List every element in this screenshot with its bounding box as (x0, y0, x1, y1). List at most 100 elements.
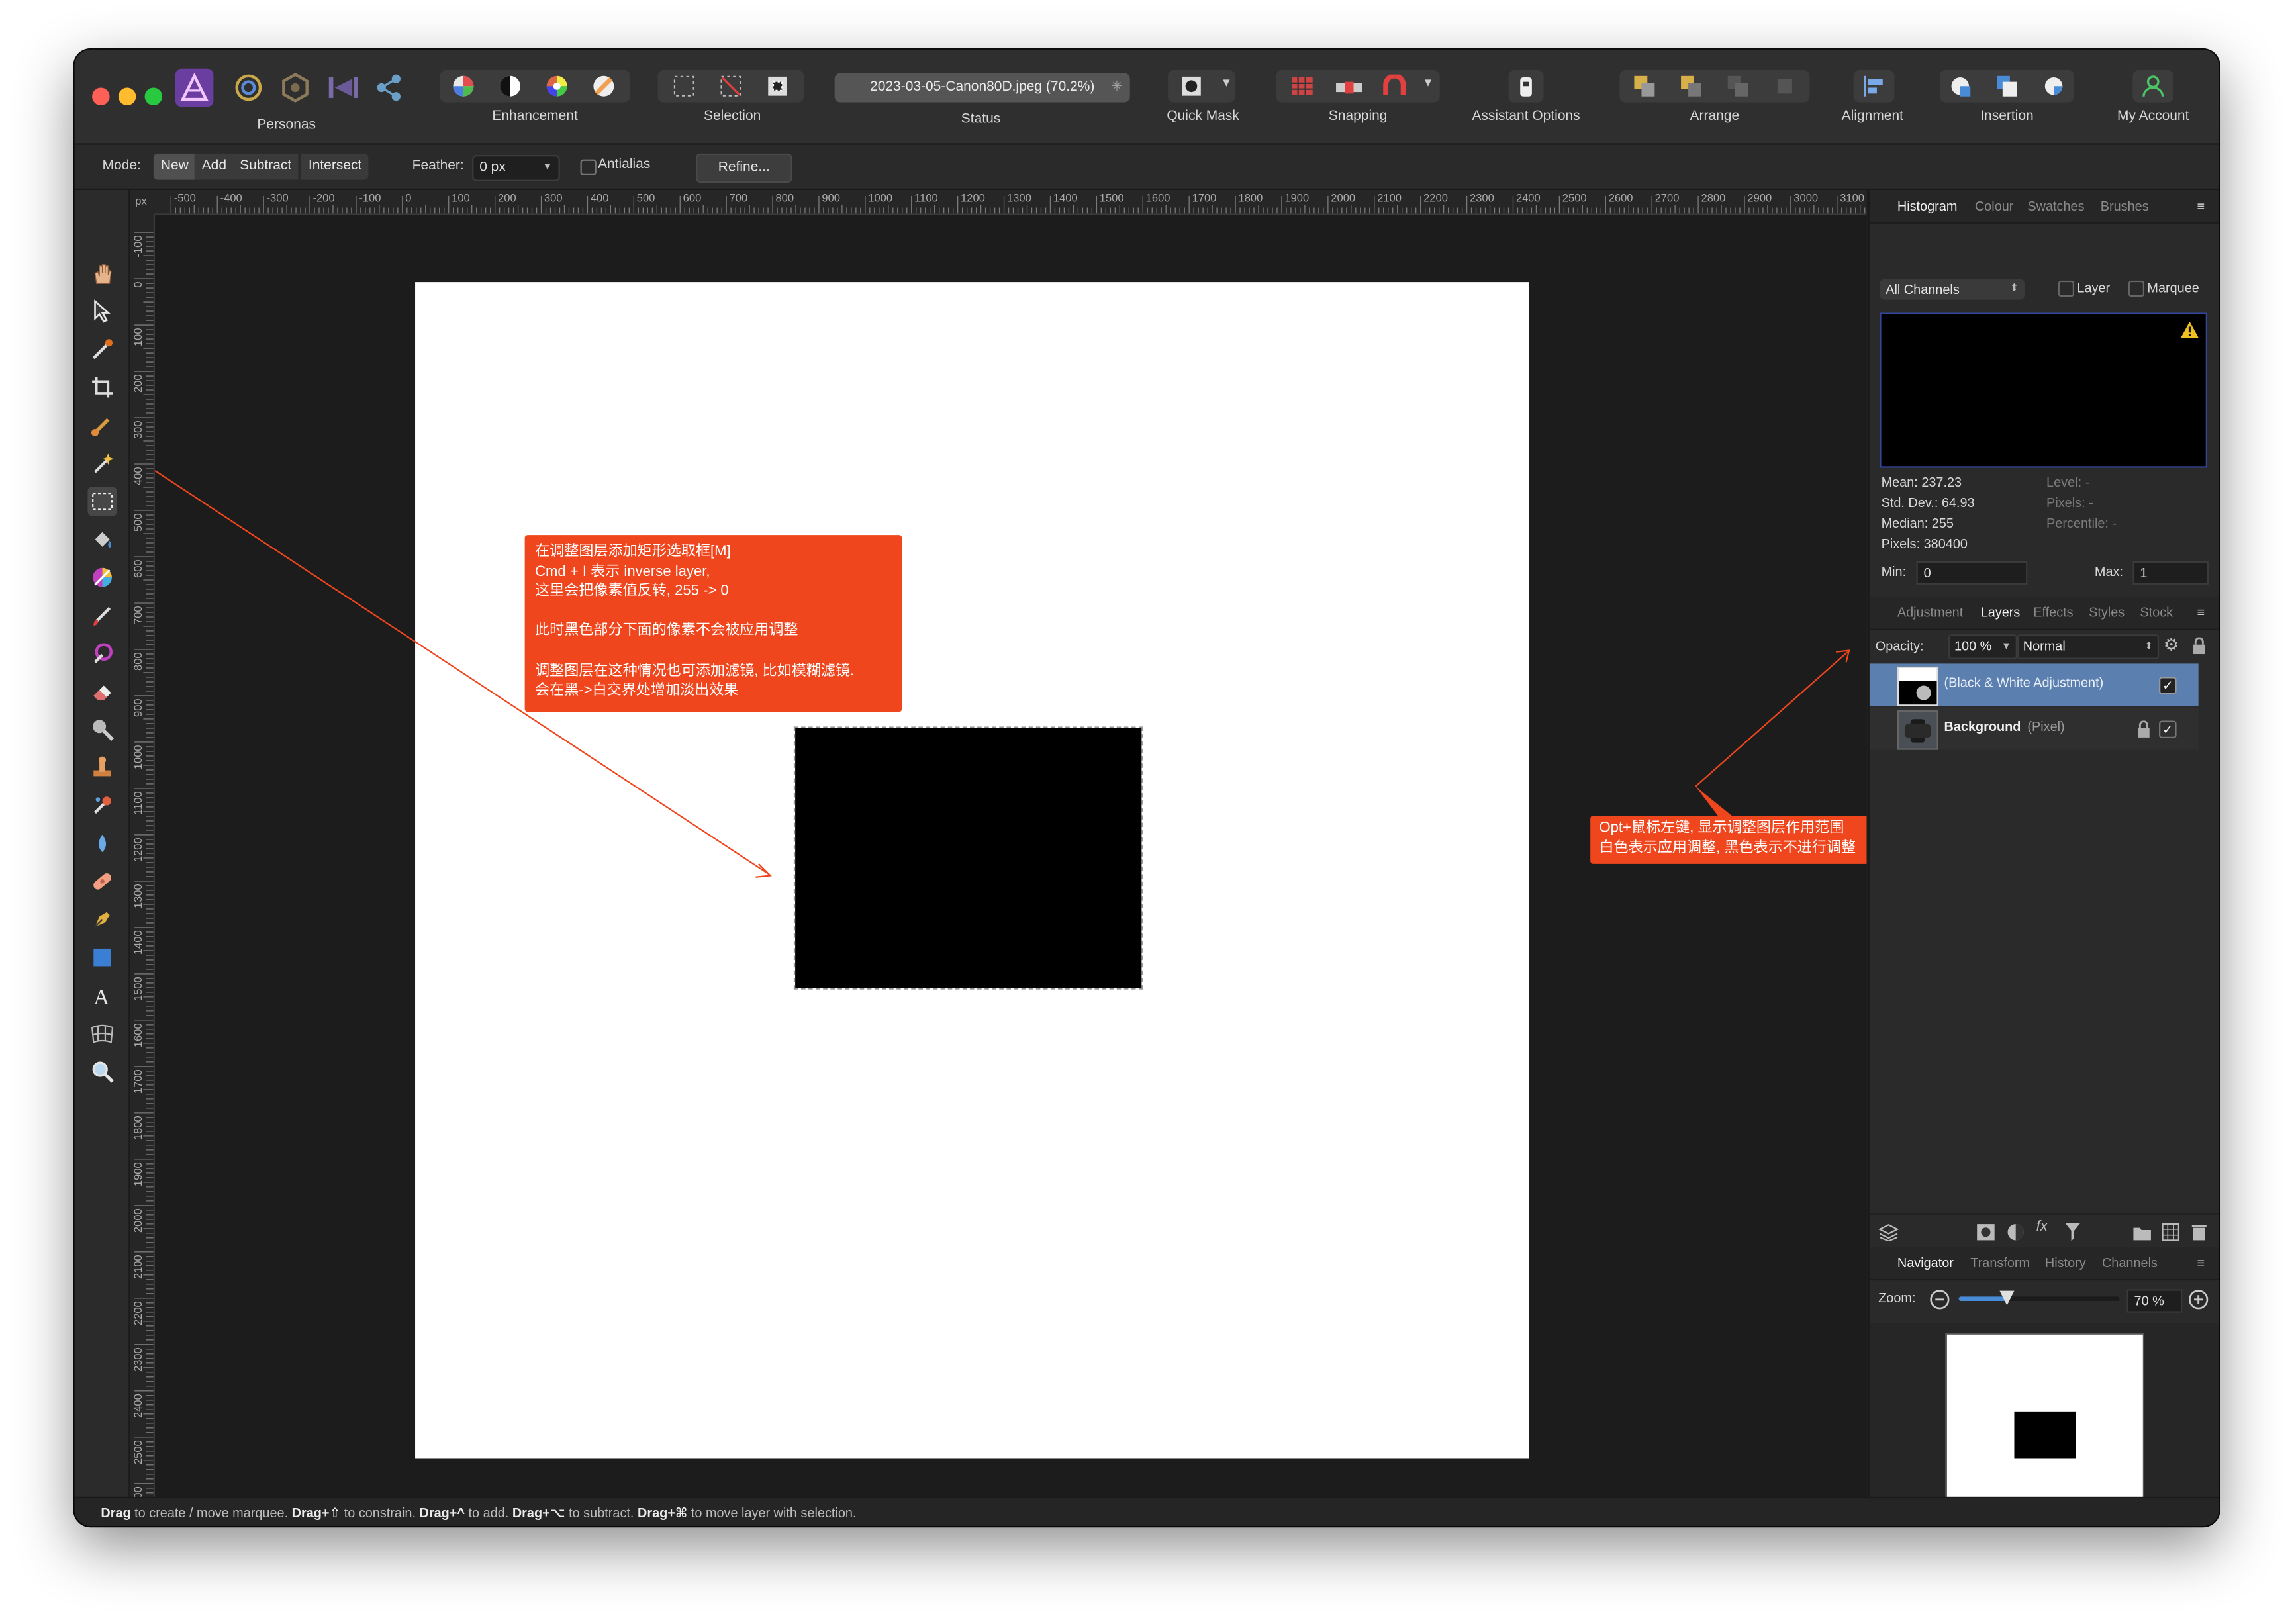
horizontal-ruler[interactable]: -500 -400 -300 -200 -100 0 100 200 300 400 500 600 7… (153, 190, 1867, 215)
layers-panel-menu-icon[interactable]: ≡ (2197, 597, 2205, 629)
blur-brush-tool-icon[interactable] (87, 829, 117, 858)
account-icon[interactable] (2142, 75, 2165, 105)
layer-row-bw-adjustment[interactable]: (Black & White Adjustment) ✓ (1869, 663, 2199, 706)
tab-channels[interactable]: Channels (2102, 1247, 2158, 1279)
zoom-slider[interactable] (1958, 1290, 2120, 1306)
levels-icon[interactable] (452, 75, 475, 105)
tab-effects[interactable]: Effects (2033, 597, 2073, 629)
opacity-dropdown-icon[interactable]: ▼ (2001, 636, 2011, 657)
snapping-pixel-icon[interactable] (1336, 77, 1362, 104)
export-persona-icon[interactable] (374, 73, 403, 109)
zoom-out-icon[interactable] (1929, 1289, 1950, 1317)
zoom-value-input[interactable]: 70 % (2126, 1289, 2183, 1313)
move-tool-icon[interactable] (87, 297, 117, 326)
rectangular-marquee-tool-icon[interactable] (87, 487, 117, 516)
paint-brush-tool-icon[interactable] (87, 600, 117, 630)
layer-lock-icon[interactable] (2137, 719, 2150, 745)
blend-mode-select[interactable]: Normal ⬍ (2017, 634, 2160, 659)
tab-swatches[interactable]: Swatches (2027, 190, 2084, 222)
insert-behind-icon[interactable] (1995, 75, 2019, 105)
tab-styles[interactable]: Styles (2089, 597, 2125, 629)
fill-tool-icon[interactable] (87, 525, 117, 554)
tab-histogram[interactable]: Histogram (1897, 190, 1958, 222)
deselect-icon[interactable] (719, 75, 742, 105)
develop-persona-icon[interactable] (281, 73, 310, 109)
zoom-slider-thumb[interactable] (1999, 1290, 2015, 1306)
eraser-tool-icon[interactable] (87, 677, 117, 706)
mode-intersect-button[interactable]: Intersect (301, 153, 369, 180)
snapping-grid-icon[interactable] (1291, 76, 1314, 104)
antialias-checkbox[interactable] (580, 159, 597, 175)
color-replacement-tool-icon[interactable] (87, 639, 117, 668)
tab-navigator[interactable]: Navigator (1897, 1247, 1954, 1279)
alignment-icon[interactable] (1862, 75, 1886, 105)
zoom-window-button[interactable] (144, 87, 163, 105)
zoom-tool-icon[interactable] (87, 1057, 117, 1086)
tab-brushes[interactable]: Brushes (2101, 190, 2149, 222)
close-window-button[interactable] (92, 87, 110, 105)
pen-tool-icon[interactable] (87, 905, 117, 934)
add-mask-icon[interactable] (1976, 1222, 1995, 1249)
layer-checkbox[interactable] (2058, 280, 2075, 297)
mode-add-button[interactable]: Add (194, 153, 234, 180)
snapping-dropdown-icon[interactable]: ▼ (1422, 76, 1433, 89)
vertical-ruler[interactable]: -100 0 100 200 300 400 500 600 700 800 900 1000 1100… (128, 213, 156, 1497)
liquify-persona-icon[interactable] (234, 73, 263, 109)
gradient-tool-icon[interactable] (87, 563, 117, 592)
text-tool-icon[interactable]: A (87, 981, 117, 1010)
move-to-back-icon[interactable] (1633, 75, 1656, 105)
add-group-icon[interactable] (2132, 1222, 2152, 1249)
add-live-filter-icon[interactable] (2065, 1222, 2080, 1249)
selection-brush-tool-icon[interactable] (87, 410, 117, 440)
navigator-panel-menu-icon[interactable]: ≡ (2197, 1247, 2205, 1279)
insert-inside-icon[interactable] (1948, 75, 1972, 105)
feather-input[interactable]: 0 px ▼ (472, 155, 560, 181)
mode-subtract-button[interactable]: Subtract (232, 153, 299, 180)
white-balance-icon[interactable] (592, 75, 615, 105)
layer-row-background[interactable]: Background (Pixel) ✓ (1869, 707, 2199, 750)
healing-brush-tool-icon[interactable] (87, 867, 117, 896)
canvas-area[interactable]: 在调整图层添加矩形选取框[M] Cmd + I 表示 inverse layer… (155, 215, 1867, 1497)
move-to-front-icon[interactable] (1773, 75, 1796, 105)
view-tool-icon[interactable] (87, 259, 117, 288)
snapping-magnet-icon[interactable] (1381, 73, 1408, 105)
feather-dropdown-icon[interactable]: ▼ (542, 156, 552, 179)
add-pixel-layer-icon[interactable] (2162, 1222, 2179, 1249)
tab-history[interactable]: History (2045, 1247, 2086, 1279)
minimize-window-button[interactable] (118, 87, 136, 105)
marquee-checkbox[interactable] (2128, 280, 2144, 297)
layer-settings-gear-icon[interactable]: ⚙ (2164, 634, 2179, 655)
flood-select-tool-icon[interactable] (87, 449, 117, 478)
black-white-icon[interactable] (499, 75, 522, 105)
refine-button[interactable]: Refine... (695, 153, 792, 183)
max-input[interactable]: 1 (2132, 561, 2209, 585)
tab-transform[interactable]: Transform (1970, 1247, 2030, 1279)
photo-persona-icon[interactable] (175, 68, 214, 107)
color-picker-tool-icon[interactable] (87, 335, 117, 364)
close-document-icon[interactable]: ✳ (1111, 73, 1123, 102)
select-all-icon[interactable] (673, 75, 696, 105)
tone-mapping-persona-icon[interactable] (328, 73, 360, 109)
tab-colour[interactable]: Colour (1975, 190, 2014, 222)
quick-mask-icon[interactable] (1181, 76, 1202, 104)
opacity-input[interactable]: 100 % ▼ (1948, 634, 2017, 659)
tab-adjustment[interactable]: Adjustment (1897, 597, 1963, 629)
dodge-tool-icon[interactable] (87, 715, 117, 744)
hsl-icon[interactable] (546, 75, 569, 105)
mode-new-button[interactable]: New (153, 153, 196, 180)
invert-selection-icon[interactable] (766, 75, 789, 105)
layer-visibility-checkbox[interactable]: ✓ (2159, 720, 2177, 738)
layer-visibility-checkbox[interactable]: ✓ (2159, 677, 2177, 694)
move-back-icon[interactable] (1680, 75, 1703, 105)
tab-layers[interactable]: Layers (1981, 597, 2021, 629)
clone-tool-icon[interactable] (87, 753, 117, 782)
document-tab[interactable]: 2023-03-05-Canon80D.jpeg (70.2%) ✳ (834, 73, 1130, 103)
quick-mask-dropdown-icon[interactable]: ▼ (1221, 76, 1232, 89)
crop-tool-icon[interactable] (87, 373, 117, 402)
blemish-removal-tool-icon[interactable] (87, 790, 117, 820)
panel-menu-icon[interactable]: ≡ (2197, 190, 2205, 222)
min-input[interactable]: 0 (1916, 561, 2028, 585)
layer-stack-icon[interactable] (1878, 1222, 1899, 1249)
lock-layer-icon[interactable] (2193, 636, 2206, 662)
channel-select[interactable]: All Channels ⬍ (1880, 279, 2025, 300)
